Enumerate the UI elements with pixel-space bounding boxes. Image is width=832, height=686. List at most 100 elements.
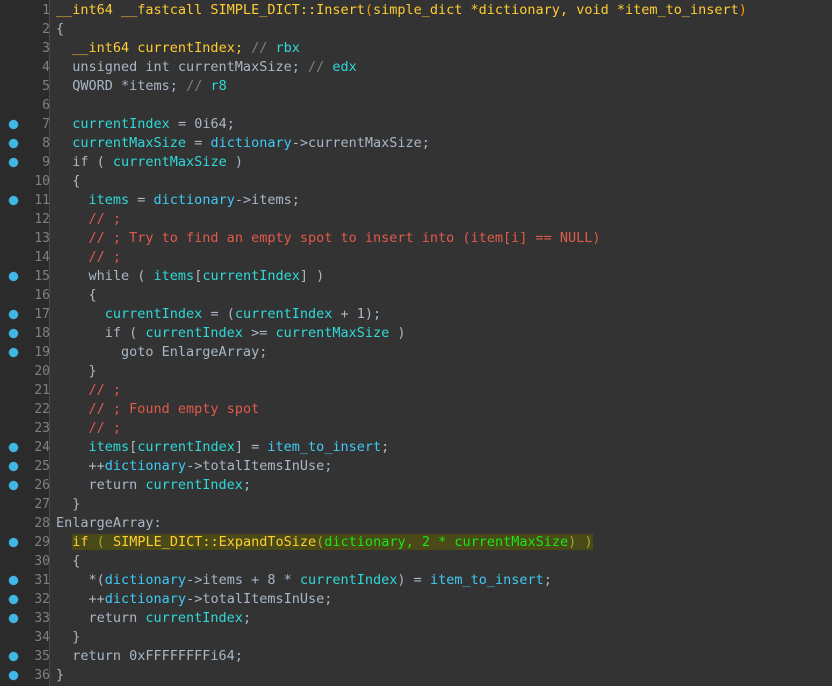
code-line[interactable]: 2{ (0, 20, 832, 39)
breakpoint-slot-empty[interactable] (0, 514, 28, 533)
code-line[interactable]: 28EnlargeArray: (0, 514, 832, 533)
breakpoint-dot-icon[interactable] (9, 329, 18, 338)
code-text[interactable]: // ; (50, 210, 832, 229)
code-text[interactable]: { (50, 552, 832, 571)
code-text[interactable]: // ; (50, 419, 832, 438)
breakpoint-slot-empty[interactable] (0, 400, 28, 419)
code-line[interactable]: 19 goto EnlargeArray; (0, 343, 832, 362)
breakpoint-dot-icon[interactable] (9, 652, 18, 661)
code-line[interactable]: 34 } (0, 628, 832, 647)
breakpoint-dot-icon[interactable] (9, 120, 18, 129)
code-line[interactable]: 9 if ( currentMaxSize ) (0, 153, 832, 172)
code-text[interactable]: { (50, 20, 832, 39)
breakpoint-dot-icon[interactable] (9, 462, 18, 471)
breakpoint-marker[interactable] (0, 571, 28, 590)
code-text[interactable]: } (50, 628, 832, 647)
breakpoint-slot-empty[interactable] (0, 248, 28, 267)
code-line[interactable]: 1__int64 __fastcall SIMPLE_DICT::Insert(… (0, 1, 832, 20)
code-line[interactable]: 12 // ; (0, 210, 832, 229)
breakpoint-dot-icon[interactable] (9, 158, 18, 167)
code-text[interactable]: { (50, 286, 832, 305)
code-line[interactable]: 36} (0, 666, 832, 685)
breakpoint-dot-icon[interactable] (9, 576, 18, 585)
breakpoint-dot-icon[interactable] (9, 196, 18, 205)
breakpoint-slot-empty[interactable] (0, 286, 28, 305)
code-text[interactable]: } (50, 666, 832, 685)
code-text[interactable]: return 0xFFFFFFFFi64; (50, 647, 832, 666)
breakpoint-marker[interactable] (0, 590, 28, 609)
breakpoint-marker[interactable] (0, 191, 28, 210)
code-line[interactable]: 23 // ; (0, 419, 832, 438)
breakpoint-slot-empty[interactable] (0, 552, 28, 571)
breakpoint-marker[interactable] (0, 267, 28, 286)
code-line[interactable]: 22 // ; Found empty spot (0, 400, 832, 419)
code-line[interactable]: 21 // ; (0, 381, 832, 400)
breakpoint-dot-icon[interactable] (9, 671, 18, 680)
code-line[interactable]: 3 __int64 currentIndex; // rbx (0, 39, 832, 58)
code-text[interactable]: currentIndex = 0i64; (50, 115, 832, 134)
code-line[interactable]: 4 unsigned int currentMaxSize; // edx (0, 58, 832, 77)
code-line[interactable]: 8 currentMaxSize = dictionary->currentMa… (0, 134, 832, 153)
code-text[interactable]: return currentIndex; (50, 609, 832, 628)
code-line[interactable]: 15 while ( items[currentIndex] ) (0, 267, 832, 286)
code-text[interactable] (50, 96, 832, 115)
code-line[interactable]: 25 ++dictionary->totalItemsInUse; (0, 457, 832, 476)
breakpoint-slot-empty[interactable] (0, 77, 28, 96)
breakpoint-marker[interactable] (0, 343, 28, 362)
code-line[interactable]: 35 return 0xFFFFFFFFi64; (0, 647, 832, 666)
code-text[interactable]: goto EnlargeArray; (50, 343, 832, 362)
code-line[interactable]: 29 if ( SIMPLE_DICT::ExpandToSize(dictio… (0, 533, 832, 552)
breakpoint-slot-empty[interactable] (0, 362, 28, 381)
breakpoint-slot-empty[interactable] (0, 419, 28, 438)
breakpoint-slot-empty[interactable] (0, 1, 28, 20)
breakpoint-marker[interactable] (0, 666, 28, 685)
code-text[interactable]: } (50, 495, 832, 514)
code-text[interactable]: __int64 currentIndex; // rbx (50, 39, 832, 58)
code-line[interactable]: 7 currentIndex = 0i64; (0, 115, 832, 134)
breakpoint-marker[interactable] (0, 476, 28, 495)
code-text[interactable]: // ; (50, 381, 832, 400)
breakpoint-dot-icon[interactable] (9, 272, 18, 281)
breakpoint-dot-icon[interactable] (9, 538, 18, 547)
breakpoint-marker[interactable] (0, 134, 28, 153)
code-text[interactable]: EnlargeArray: (50, 514, 832, 533)
breakpoint-marker[interactable] (0, 305, 28, 324)
breakpoint-slot-empty[interactable] (0, 96, 28, 115)
code-text[interactable]: } (50, 362, 832, 381)
breakpoint-marker[interactable] (0, 609, 28, 628)
code-line[interactable]: 32 ++dictionary->totalItemsInUse; (0, 590, 832, 609)
code-line[interactable]: 26 return currentIndex; (0, 476, 832, 495)
breakpoint-slot-empty[interactable] (0, 628, 28, 647)
code-text[interactable]: __int64 __fastcall SIMPLE_DICT::Insert(s… (50, 1, 832, 20)
breakpoint-dot-icon[interactable] (9, 595, 18, 604)
code-line[interactable]: 10 { (0, 172, 832, 191)
breakpoint-dot-icon[interactable] (9, 614, 18, 623)
breakpoint-slot-empty[interactable] (0, 39, 28, 58)
pseudocode-view[interactable]: 1__int64 __fastcall SIMPLE_DICT::Insert(… (0, 0, 832, 686)
code-text[interactable]: items[currentIndex] = item_to_insert; (50, 438, 832, 457)
breakpoint-slot-empty[interactable] (0, 58, 28, 77)
breakpoint-marker[interactable] (0, 115, 28, 134)
breakpoint-slot-empty[interactable] (0, 229, 28, 248)
breakpoint-marker[interactable] (0, 533, 28, 552)
code-text[interactable]: ++dictionary->totalItemsInUse; (50, 457, 832, 476)
breakpoint-dot-icon[interactable] (9, 348, 18, 357)
code-text[interactable]: { (50, 172, 832, 191)
code-line[interactable]: 31 *(dictionary->items + 8 * currentInde… (0, 571, 832, 590)
code-text[interactable]: *(dictionary->items + 8 * currentIndex) … (50, 571, 832, 590)
code-line[interactable]: 16 { (0, 286, 832, 305)
code-text[interactable]: while ( items[currentIndex] ) (50, 267, 832, 286)
code-text[interactable]: items = dictionary->items; (50, 191, 832, 210)
code-text[interactable]: if ( SIMPLE_DICT::ExpandToSize(dictionar… (50, 533, 832, 552)
breakpoint-dot-icon[interactable] (9, 443, 18, 452)
breakpoint-slot-empty[interactable] (0, 210, 28, 229)
breakpoint-slot-empty[interactable] (0, 20, 28, 39)
breakpoint-marker[interactable] (0, 153, 28, 172)
breakpoint-slot-empty[interactable] (0, 381, 28, 400)
breakpoint-dot-icon[interactable] (9, 310, 18, 319)
breakpoint-dot-icon[interactable] (9, 481, 18, 490)
breakpoint-slot-empty[interactable] (0, 172, 28, 191)
code-text[interactable]: unsigned int currentMaxSize; // edx (50, 58, 832, 77)
code-line[interactable]: 11 items = dictionary->items; (0, 191, 832, 210)
code-line[interactable]: 14 // ; (0, 248, 832, 267)
